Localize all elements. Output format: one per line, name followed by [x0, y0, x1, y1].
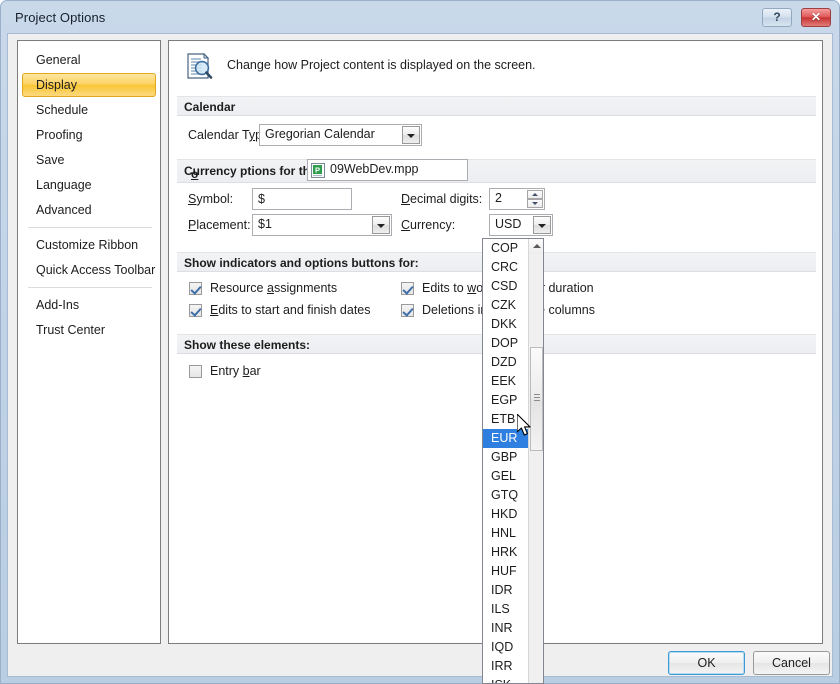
section-title-indicators: Show indicators and options buttons for: — [184, 256, 419, 270]
currency-option-hkd[interactable]: HKD — [483, 505, 529, 524]
sidebar-separator-2 — [28, 287, 152, 288]
sidebar-item-display[interactable]: Display — [22, 73, 156, 97]
checkbox-label: Resource assignments — [210, 281, 338, 295]
currency-option-ils[interactable]: ILS — [483, 600, 529, 619]
placement-label: Placement: — [188, 218, 251, 232]
currency-option-hrk[interactable]: HRK — [483, 543, 529, 562]
stepper-up-icon[interactable] — [527, 190, 543, 199]
checkbox-box[interactable] — [189, 365, 202, 378]
currency-option-list[interactable]: COP CRC CSD CZK DKK DOP DZD EEK EGP ETB EUR GBP GEL G… — [483, 239, 529, 683]
panel-header-text: Change how Project content is displayed … — [227, 58, 536, 72]
currency-option-egp[interactable]: EGP — [483, 391, 529, 410]
currency-option-eur[interactable]: EUR — [483, 429, 529, 448]
cancel-button[interactable]: Cancel — [753, 651, 830, 675]
project-file-icon: P — [311, 163, 326, 178]
currency-combo[interactable]: USD — [489, 214, 553, 236]
project-file-name: 09WebDev.mpp — [330, 162, 419, 176]
sidebar-item-customize-ribbon[interactable]: Customize Ribbon — [22, 233, 156, 257]
section-title-calendar: Calendar — [184, 100, 236, 114]
currency-option-czk[interactable]: CZK — [483, 296, 529, 315]
currency-option-dzd[interactable]: DZD — [483, 353, 529, 372]
checkbox-label: Edits to start and finish dates — [210, 303, 371, 317]
currency-option-iqd[interactable]: IQD — [483, 638, 529, 657]
section-header-currency: Currency o ptions for this project: — [177, 159, 816, 183]
stepper-down-icon[interactable] — [527, 199, 543, 208]
currency-option-irr[interactable]: IRR — [483, 657, 529, 676]
currency-option-dop[interactable]: DOP — [483, 334, 529, 353]
currency-option-isk[interactable]: ISK — [483, 676, 529, 683]
placement-combo[interactable]: $1 — [252, 214, 392, 236]
decimal-digits-value: 2 — [495, 191, 502, 205]
sidebar-item-quick-access-toolbar[interactable]: Quick Access Toolbar — [22, 258, 156, 282]
currency-value: USD — [495, 217, 522, 231]
sidebar-item-general[interactable]: General — [22, 48, 156, 72]
chevron-down-icon[interactable] — [372, 216, 390, 234]
currency-option-crc[interactable]: CRC — [483, 258, 529, 277]
chevron-down-icon[interactable] — [402, 126, 420, 144]
placement-value: $1 — [258, 217, 272, 231]
sidebar-separator-1 — [28, 227, 152, 228]
options-sidebar: General Display Schedule Proofing Save L… — [17, 40, 161, 644]
section-title-elements: Show these elements: — [184, 338, 311, 352]
currency-option-gtq[interactable]: GTQ — [483, 486, 529, 505]
sidebar-item-proofing[interactable]: Proofing — [22, 123, 156, 147]
sidebar-item-add-ins[interactable]: Add-Ins — [22, 293, 156, 317]
symbol-label: Symbol: — [188, 192, 234, 206]
section-header-calendar: Calendar — [177, 96, 816, 116]
stepper-buttons[interactable] — [527, 190, 543, 208]
currency-option-cop[interactable]: COP — [483, 239, 529, 258]
calendar-type-combo[interactable]: Gregorian Calendar — [259, 124, 422, 146]
sidebar-list: General Display Schedule Proofing Save L… — [18, 41, 160, 342]
currency-dropdown-list[interactable]: COP CRC CSD CZK DKK DOP DZD EEK EGP ETB EUR GBP GEL G… — [482, 238, 544, 684]
scrollbar-thumb[interactable] — [530, 347, 543, 451]
panel-header: Change how Project content is displayed … — [169, 41, 822, 93]
dropdown-scrollbar[interactable] — [528, 239, 543, 683]
currency-option-gel[interactable]: GEL — [483, 467, 529, 486]
scrollbar-grip-icon — [534, 394, 540, 401]
sidebar-item-schedule[interactable]: Schedule — [22, 98, 156, 122]
currency-option-hnl[interactable]: HNL — [483, 524, 529, 543]
currency-option-eek[interactable]: EEK — [483, 372, 529, 391]
dialog-client-area: General Display Schedule Proofing Save L… — [7, 33, 833, 677]
close-button[interactable]: ✕ — [801, 8, 831, 27]
checkbox-box[interactable] — [401, 282, 414, 295]
checkbox-box[interactable] — [189, 304, 202, 317]
currency-option-csd[interactable]: CSD — [483, 277, 529, 296]
checkbox-box[interactable] — [189, 282, 202, 295]
sidebar-item-advanced[interactable]: Advanced — [22, 198, 156, 222]
scroll-up-arrow-icon[interactable] — [529, 239, 543, 254]
svg-text:P: P — [315, 165, 320, 174]
decimal-digits-stepper[interactable]: 2 — [489, 188, 545, 210]
currency-option-idr[interactable]: IDR — [483, 581, 529, 600]
currency-option-huf[interactable]: HUF — [483, 562, 529, 581]
help-button[interactable]: ? — [762, 8, 792, 27]
ok-button[interactable]: OK — [668, 651, 745, 675]
checkbox-box[interactable] — [401, 304, 414, 317]
currency-option-inr[interactable]: INR — [483, 619, 529, 638]
sidebar-item-trust-center[interactable]: Trust Center — [22, 318, 156, 342]
document-magnifier-icon — [184, 52, 214, 82]
currency-option-etb[interactable]: ETB — [483, 410, 529, 429]
checkbox-label: Entry bar — [210, 364, 261, 378]
decimal-digits-label: Decimal digits: — [401, 192, 483, 206]
chevron-down-icon[interactable] — [533, 216, 551, 234]
window-title: Project Options — [15, 10, 106, 25]
sidebar-item-language[interactable]: Language — [22, 173, 156, 197]
sidebar-item-save[interactable]: Save — [22, 148, 156, 172]
calendar-type-value: Gregorian Calendar — [265, 127, 375, 141]
symbol-input[interactable]: $ — [252, 188, 352, 210]
project-file-combo[interactable]: P 09WebDev.mpp — [307, 159, 468, 181]
currency-option-dkk[interactable]: DKK — [483, 315, 529, 334]
currency-option-gbp[interactable]: GBP — [483, 448, 529, 467]
currency-label: Currency: — [401, 218, 456, 232]
project-options-dialog: Project Options ? ✕ General Display Sche… — [0, 0, 840, 684]
